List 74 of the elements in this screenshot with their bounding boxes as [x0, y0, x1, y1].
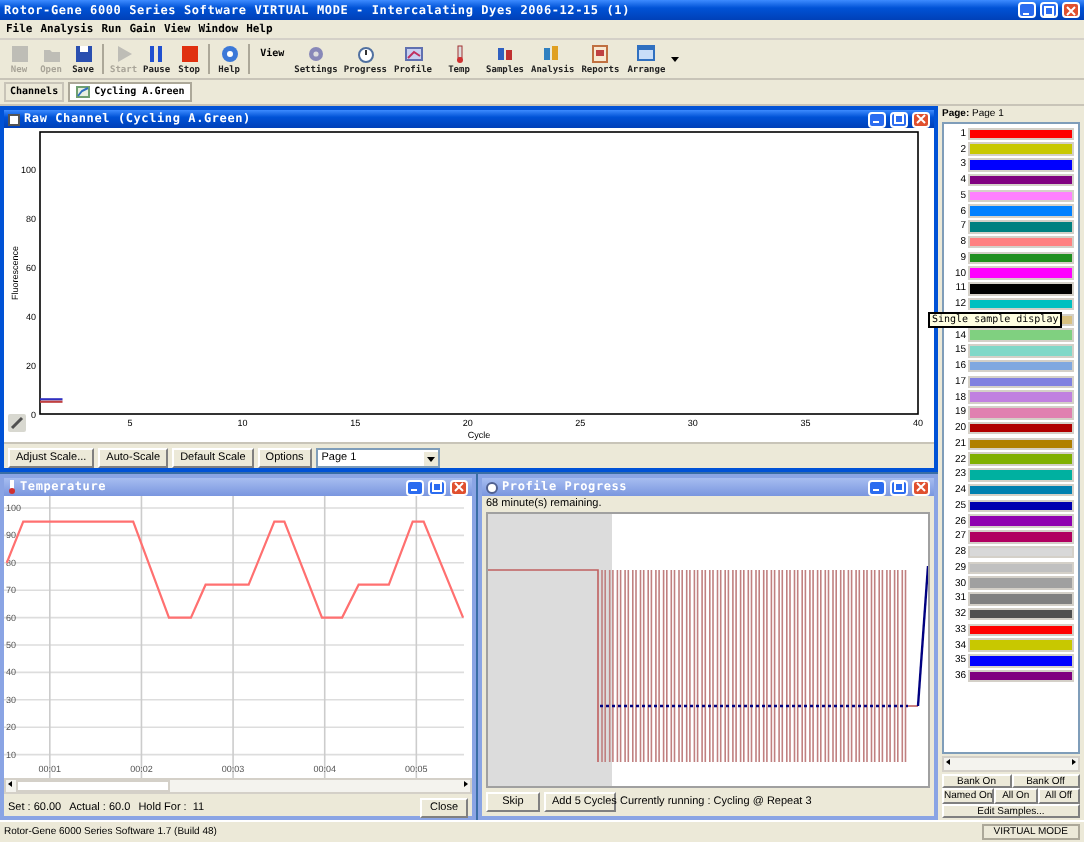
maximize-icon: [1044, 5, 1054, 15]
close-button[interactable]: [912, 479, 930, 495]
left-arrow-icon[interactable]: [6, 780, 16, 788]
sample-color-bar[interactable]: [968, 390, 1074, 404]
minimize-button[interactable]: [868, 111, 886, 127]
maximize-button[interactable]: [890, 111, 908, 127]
stopwatch-icon: [486, 481, 498, 493]
chart-icon: [403, 43, 424, 63]
sample-color-bar[interactable]: [968, 530, 1074, 544]
close-icon: [916, 114, 926, 124]
pause-icon: [146, 43, 167, 63]
sample-color-bar[interactable]: [968, 375, 1074, 389]
sample-color-bar[interactable]: [968, 220, 1074, 234]
sample-color-bar[interactable]: [968, 638, 1074, 652]
sample-color-bar[interactable]: [968, 266, 1074, 280]
sample-color-bar[interactable]: [968, 452, 1074, 466]
close-button[interactable]: [1062, 2, 1080, 18]
maximize-button[interactable]: [1040, 2, 1058, 18]
maximize-button[interactable]: [890, 479, 908, 495]
stop-icon: [179, 43, 200, 63]
sample-color-bar[interactable]: [968, 173, 1074, 187]
sample-color-bar[interactable]: [968, 158, 1074, 172]
minimize-button[interactable]: [1018, 2, 1036, 18]
sample-color-bar[interactable]: [968, 282, 1074, 296]
sample-color-bar[interactable]: [968, 561, 1074, 575]
sample-color-bar[interactable]: [968, 142, 1074, 156]
sample-color-bar[interactable]: [968, 623, 1074, 637]
play-icon: [113, 43, 134, 63]
sample-color-bar[interactable]: [968, 654, 1074, 668]
sample-color-bar[interactable]: [968, 235, 1074, 249]
sample-color-bar[interactable]: [968, 251, 1074, 265]
windows-icon: [636, 43, 657, 63]
sample-color-bar[interactable]: [968, 344, 1074, 358]
sample-color-bar[interactable]: [968, 592, 1074, 606]
close-icon: [1066, 5, 1076, 15]
minimize-button[interactable]: [406, 479, 424, 495]
horizontal-scrollbar[interactable]: [4, 778, 472, 794]
stopwatch-icon: [355, 43, 376, 63]
sample-color-bar[interactable]: [968, 669, 1074, 683]
maximize-icon: [894, 482, 904, 492]
close-icon: [454, 482, 464, 492]
sample-color-bar[interactable]: [968, 483, 1074, 497]
maximize-icon: [432, 482, 442, 492]
sample-color-bar[interactable]: [968, 421, 1074, 435]
close-button[interactable]: [912, 111, 930, 127]
horizontal-scrollbar[interactable]: [942, 755, 1080, 771]
sample-color-bar[interactable]: [968, 127, 1074, 141]
help-icon: [219, 43, 240, 63]
maximize-button[interactable]: [428, 479, 446, 495]
sample-color-bar[interactable]: [968, 545, 1074, 559]
right-arrow-icon[interactable]: [460, 780, 470, 788]
caret-icon[interactable]: [670, 54, 681, 64]
sample-color-bar[interactable]: [968, 468, 1074, 482]
sample-color-bar[interactable]: [968, 297, 1074, 311]
sample-color-bar[interactable]: [968, 576, 1074, 590]
sample-color-bar[interactable]: [968, 499, 1074, 513]
sample-color-bar[interactable]: [968, 607, 1074, 621]
bar-chart-icon: [542, 43, 563, 63]
close-icon: [916, 482, 926, 492]
chart-icon: [76, 86, 91, 98]
right-arrow-icon[interactable]: [1068, 757, 1078, 765]
maximize-icon: [894, 114, 904, 124]
sample-color-bar[interactable]: [968, 406, 1074, 420]
sample-color-bar[interactable]: [968, 328, 1074, 342]
sample-color-bar[interactable]: [968, 204, 1074, 218]
left-arrow-icon[interactable]: [944, 757, 954, 765]
minimize-button[interactable]: [868, 479, 886, 495]
report-icon: [590, 43, 611, 63]
sample-color-bar[interactable]: [968, 514, 1074, 528]
close-button[interactable]: [450, 479, 468, 495]
sample-color-bar[interactable]: [968, 359, 1074, 373]
sample-color-bar[interactable]: [968, 189, 1074, 203]
caret-icon[interactable]: [423, 451, 438, 465]
sample-color-bar[interactable]: [968, 437, 1074, 451]
